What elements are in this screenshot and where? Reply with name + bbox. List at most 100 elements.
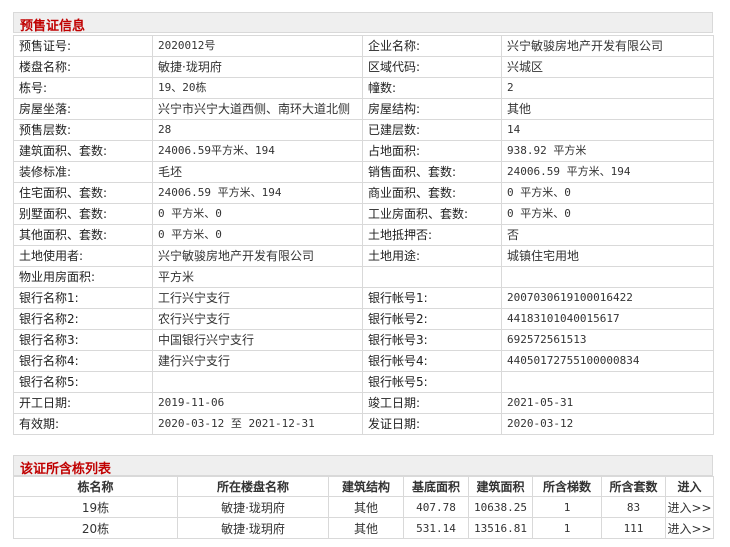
info-value: 24006.59平方米、194 bbox=[152, 140, 363, 162]
cell-project: 敏捷·珑玥府 bbox=[177, 517, 329, 539]
buildings-section-header: 该证所含栋列表 bbox=[13, 455, 713, 477]
info-label: 银行名称2: bbox=[13, 308, 153, 330]
info-label: 土地抵押否: bbox=[362, 224, 502, 246]
info-label: 有效期: bbox=[13, 413, 153, 435]
column-header: 栋名称 bbox=[13, 476, 178, 497]
column-header: 进入 bbox=[665, 476, 714, 497]
info-label: 幢数: bbox=[362, 77, 502, 99]
column-header: 所含梯数 bbox=[532, 476, 602, 497]
info-label: 区域代码: bbox=[362, 56, 502, 78]
info-row: 预售证号: 2020012号 企业名称: 兴宁敏骏房地产开发有限公司 bbox=[13, 35, 714, 57]
info-label: 装修标准: bbox=[13, 161, 153, 183]
info-label: 银行名称1: bbox=[13, 287, 153, 309]
info-label: 预售证号: bbox=[13, 35, 153, 57]
buildings-section-title: 该证所含栋列表 bbox=[20, 462, 112, 477]
info-label: 栋号: bbox=[13, 77, 153, 99]
info-label: 银行名称5: bbox=[13, 371, 153, 393]
info-label: 土地用途: bbox=[362, 245, 502, 267]
info-label: 建筑面积、套数: bbox=[13, 140, 153, 162]
info-label: 楼盘名称: bbox=[13, 56, 153, 78]
info-label: 已建层数: bbox=[362, 119, 502, 141]
info-value: 0 平方米、0 bbox=[501, 203, 714, 225]
info-value: 2019-11-06 bbox=[152, 392, 363, 414]
enter-link[interactable]: 进入>> bbox=[667, 522, 711, 536]
info-value: 毛坯 bbox=[152, 161, 363, 183]
info-value: 建行兴宁支行 bbox=[152, 350, 363, 372]
info-label: 销售面积、套数: bbox=[362, 161, 502, 183]
info-value: 0 平方米、0 bbox=[501, 182, 714, 204]
info-row: 有效期: 2020-03-12 至 2021-12-31 发证日期: 2020-03-… bbox=[13, 413, 714, 435]
info-label: 银行名称3: bbox=[13, 329, 153, 351]
column-header: 所在楼盘名称 bbox=[177, 476, 329, 497]
info-label: 银行帐号1: bbox=[362, 287, 502, 309]
info-label: 银行帐号2: bbox=[362, 308, 502, 330]
table-row: 19栋 敏捷·珑玥府 其他 407.78 10638.25 1 83 进入>> bbox=[13, 496, 714, 518]
column-header: 基底面积 bbox=[403, 476, 469, 497]
cell-name: 20栋 bbox=[13, 517, 178, 539]
info-value: 兴宁敏骏房地产开发有限公司 bbox=[501, 35, 714, 57]
info-value: 28 bbox=[152, 119, 363, 141]
presale-info-table: 预售证号: 2020012号 企业名称: 兴宁敏骏房地产开发有限公司 楼盘名称: 敏捷·珑… bbox=[13, 35, 714, 435]
info-value: 2021-05-31 bbox=[501, 392, 714, 414]
info-row: 住宅面积、套数: 24006.59 平方米、194 商业面积、套数: 0 平方米、0 bbox=[13, 182, 714, 204]
info-row: 银行名称2: 农行兴宁支行 银行帐号2: 44183101040015617 bbox=[13, 308, 714, 330]
info-label: 企业名称: bbox=[362, 35, 502, 57]
info-row: 装修标准: 毛坯 销售面积、套数: 24006.59 平方米、194 bbox=[13, 161, 714, 183]
info-row: 银行名称3: 中国银行兴宁支行 银行帐号3: 692572561513 bbox=[13, 329, 714, 351]
info-value: 14 bbox=[501, 119, 714, 141]
info-value: 692572561513 bbox=[501, 329, 714, 351]
info-label: 占地面积: bbox=[362, 140, 502, 162]
info-value: 农行兴宁支行 bbox=[152, 308, 363, 330]
column-header: 建筑面积 bbox=[468, 476, 533, 497]
info-value bbox=[152, 371, 363, 393]
buildings-table: 栋名称 所在楼盘名称 建筑结构 基底面积 建筑面积 所含梯数 所含套数 进入 19栋 敏捷·珑玥… bbox=[13, 476, 714, 539]
cell-units: 83 bbox=[601, 496, 666, 518]
info-value: 平方米 bbox=[152, 266, 363, 288]
info-label: 土地使用者: bbox=[13, 245, 153, 267]
table-row: 20栋 敏捷·珑玥府 其他 531.14 13516.81 1 111 进入>> bbox=[13, 517, 714, 539]
info-row: 土地使用者: 兴宁敏骏房地产开发有限公司 土地用途: 城镇住宅用地 bbox=[13, 245, 714, 267]
column-header: 建筑结构 bbox=[328, 476, 404, 497]
info-row: 其他面积、套数: 0 平方米、0 土地抵押否: 否 bbox=[13, 224, 714, 246]
cell-structure: 其他 bbox=[328, 496, 404, 518]
info-value bbox=[501, 266, 714, 288]
info-value: 否 bbox=[501, 224, 714, 246]
cell-base-area: 407.78 bbox=[403, 496, 469, 518]
cell-project: 敏捷·珑玥府 bbox=[177, 496, 329, 518]
cell-build-area: 10638.25 bbox=[468, 496, 533, 518]
cell-structure: 其他 bbox=[328, 517, 404, 539]
info-value bbox=[501, 371, 714, 393]
enter-cell: 进入>> bbox=[665, 517, 714, 539]
info-value: 24006.59 平方米、194 bbox=[152, 182, 363, 204]
info-label: 银行帐号3: bbox=[362, 329, 502, 351]
info-row: 银行名称1: 工行兴宁支行 银行帐号1: 2007030619100016422 bbox=[13, 287, 714, 309]
info-value: 工行兴宁支行 bbox=[152, 287, 363, 309]
info-label: 物业用房面积: bbox=[13, 266, 153, 288]
info-value: 其他 bbox=[501, 98, 714, 120]
info-value: 0 平方米、0 bbox=[152, 203, 363, 225]
info-label: 银行帐号5: bbox=[362, 371, 502, 393]
info-value: 0 平方米、0 bbox=[152, 224, 363, 246]
info-value: 2020-03-12 至 2021-12-31 bbox=[152, 413, 363, 435]
info-row: 栋号: 19、20栋 幢数: 2 bbox=[13, 77, 714, 99]
enter-link[interactable]: 进入>> bbox=[667, 501, 711, 515]
cell-build-area: 13516.81 bbox=[468, 517, 533, 539]
presale-section-title: 预售证信息 bbox=[20, 19, 86, 34]
info-label bbox=[362, 266, 502, 288]
info-row: 预售层数: 28 已建层数: 14 bbox=[13, 119, 714, 141]
info-value: 城镇住宅用地 bbox=[501, 245, 714, 267]
info-label: 其他面积、套数: bbox=[13, 224, 153, 246]
info-row: 楼盘名称: 敏捷·珑玥府 区域代码: 兴城区 bbox=[13, 56, 714, 78]
info-value: 2007030619100016422 bbox=[501, 287, 714, 309]
enter-cell: 进入>> bbox=[665, 496, 714, 518]
info-label: 别墅面积、套数: bbox=[13, 203, 153, 225]
info-value: 19、20栋 bbox=[152, 77, 363, 99]
info-value: 中国银行兴宁支行 bbox=[152, 329, 363, 351]
info-row: 建筑面积、套数: 24006.59平方米、194 占地面积: 938.92 平方米 bbox=[13, 140, 714, 162]
info-row: 开工日期: 2019-11-06 竣工日期: 2021-05-31 bbox=[13, 392, 714, 414]
info-value: 44050172755100000834 bbox=[501, 350, 714, 372]
info-value: 938.92 平方米 bbox=[501, 140, 714, 162]
info-value: 2 bbox=[501, 77, 714, 99]
info-row: 物业用房面积: 平方米 bbox=[13, 266, 714, 288]
info-value: 兴城区 bbox=[501, 56, 714, 78]
